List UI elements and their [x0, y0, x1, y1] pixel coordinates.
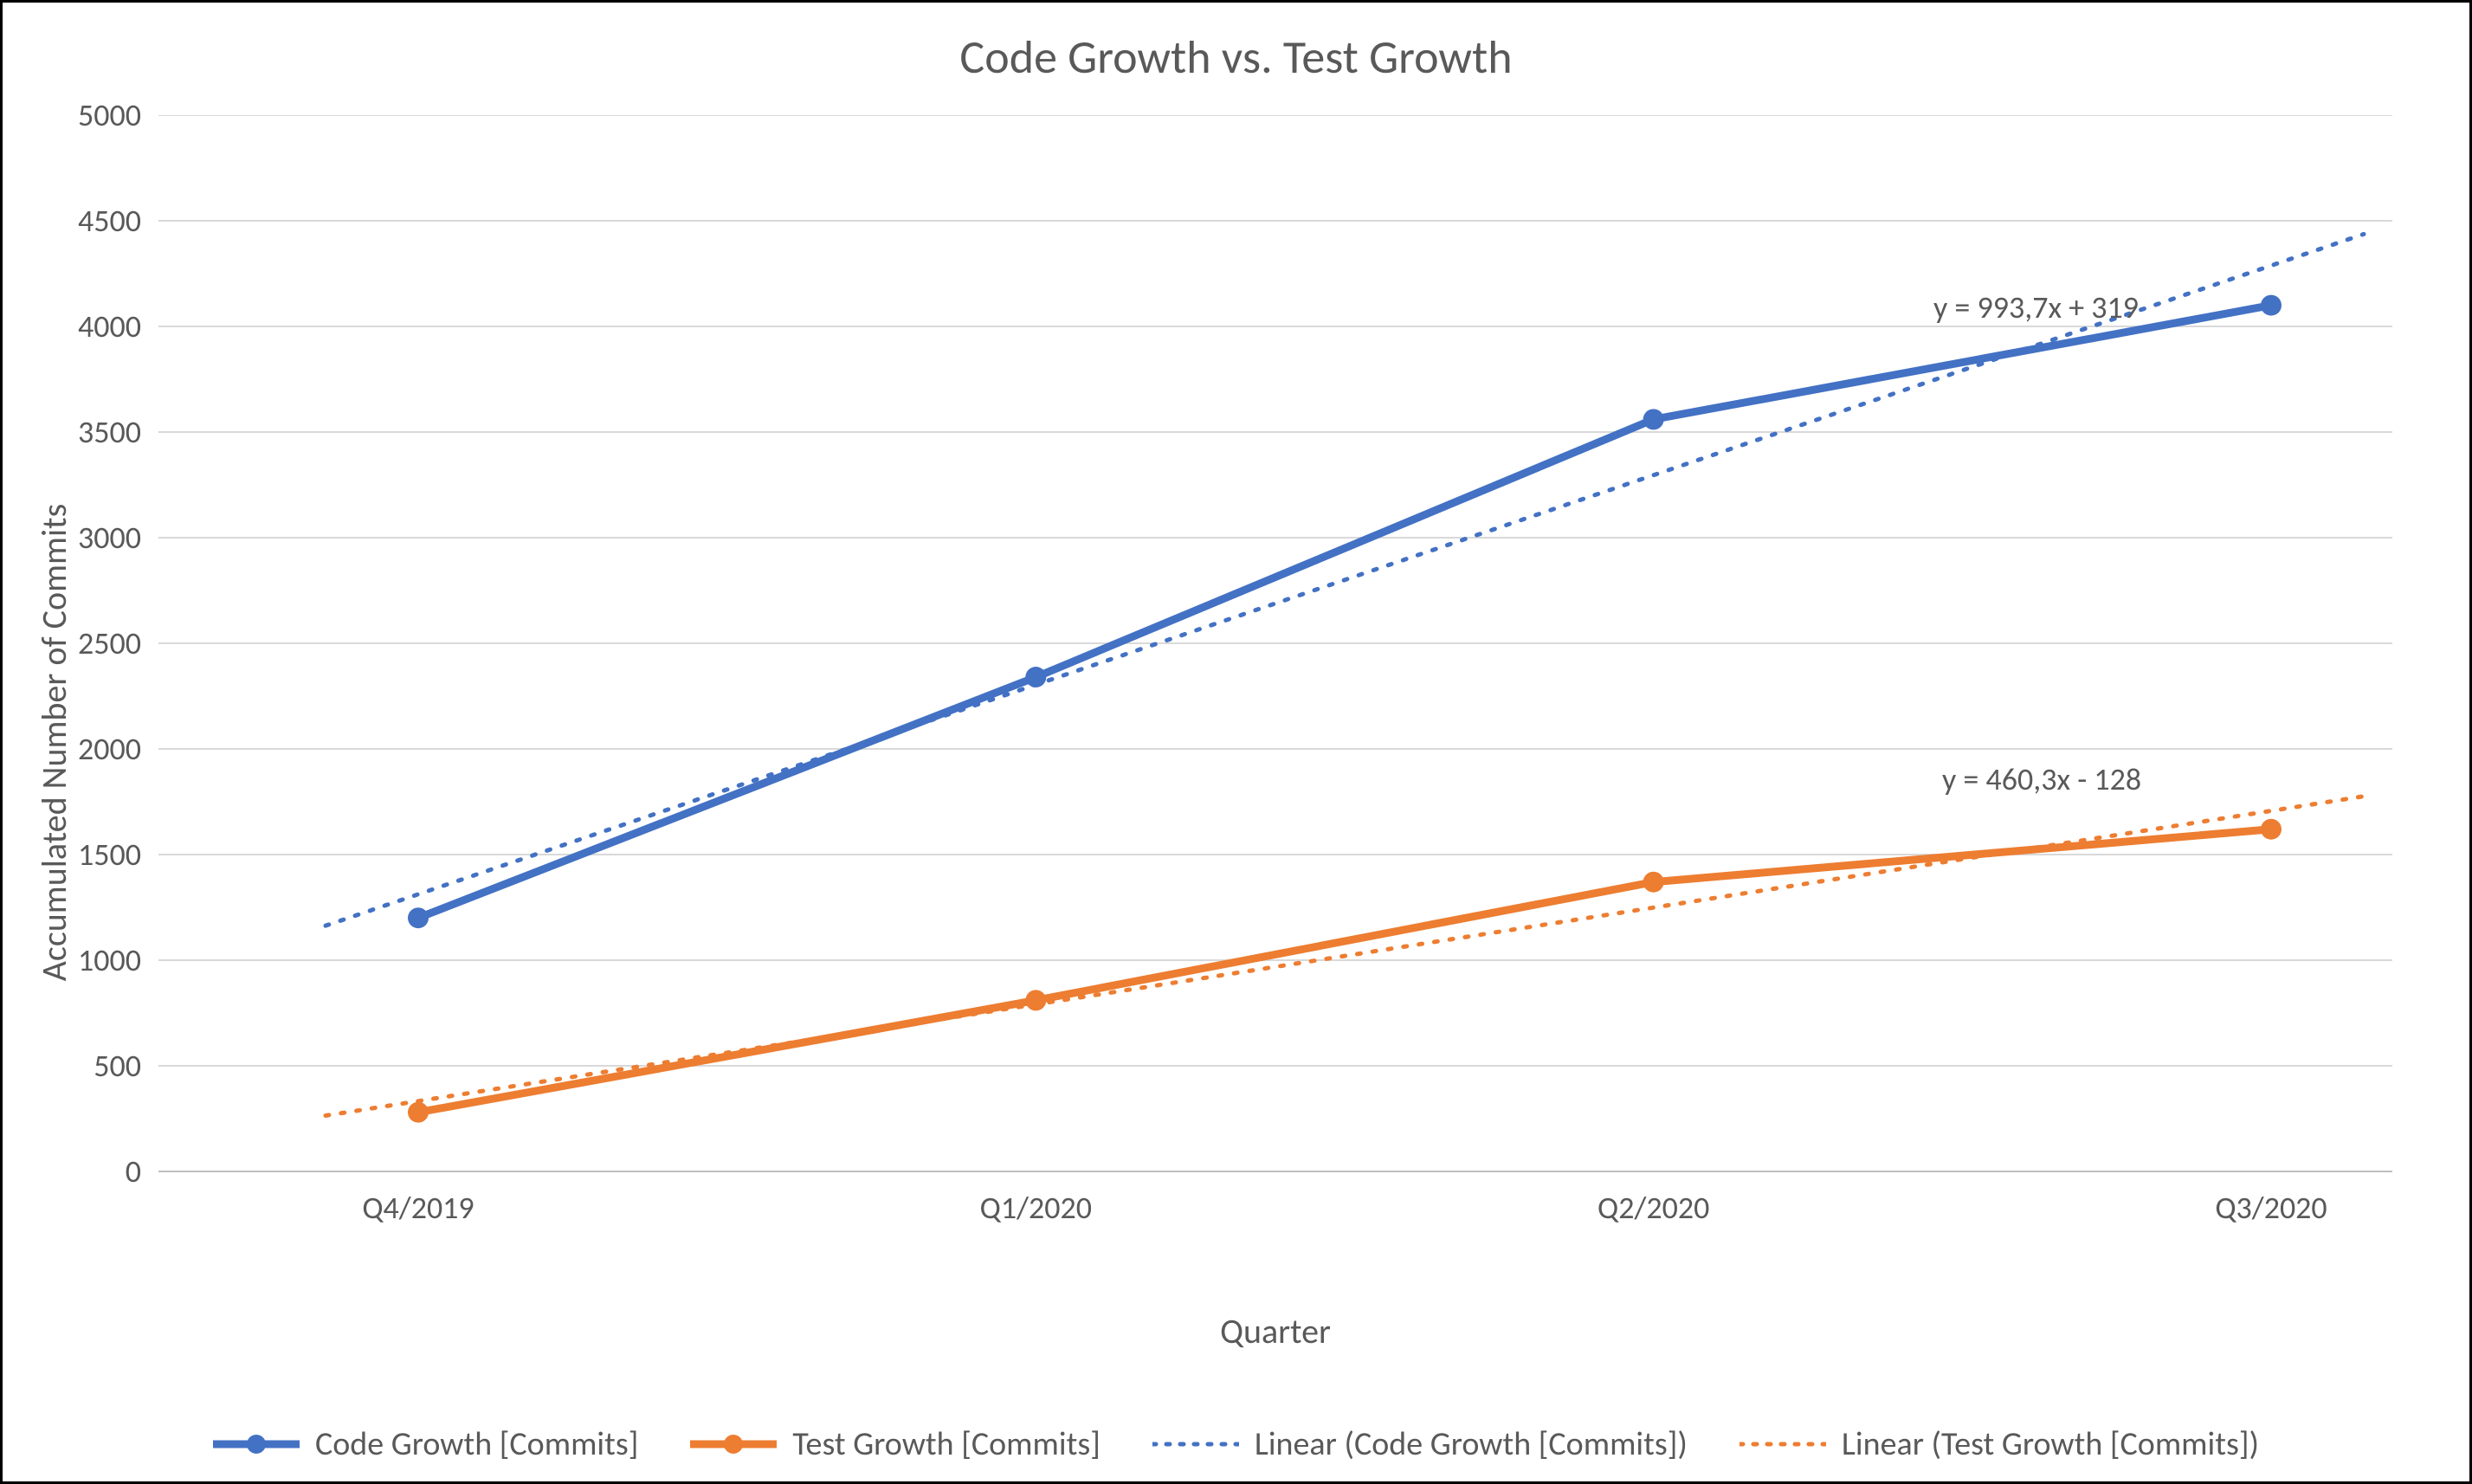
- data-point-marker: [408, 907, 429, 928]
- y-tick-label: 5000: [46, 96, 141, 134]
- data-point-marker: [2261, 295, 2282, 316]
- trendline-equation: y = 460,3x - 128: [1942, 760, 2141, 798]
- data-point-marker: [1643, 872, 1664, 893]
- x-tick-label: Q3/2020: [2215, 1189, 2327, 1227]
- legend-item: Linear (Test Growth [Commits]): [1739, 1424, 2259, 1464]
- x-tick-label: Q4/2019: [362, 1189, 474, 1227]
- y-tick-label: 4000: [46, 307, 141, 345]
- data-series-line: [418, 306, 2271, 919]
- trendline-equation: y = 993,7x + 319: [1933, 288, 2139, 326]
- legend-swatch: [213, 1431, 300, 1457]
- legend-item: Linear (Code Growth [Commits]): [1152, 1424, 1688, 1464]
- legend-label: Code Growth [Commits]: [315, 1424, 638, 1464]
- y-tick-label: 3500: [46, 413, 141, 451]
- data-point-marker: [2261, 819, 2282, 840]
- y-tick-label: 4500: [46, 202, 141, 240]
- plot-area: 0500100015002000250030003500400045005000…: [158, 115, 2392, 1241]
- legend-item: Test Growth [Commits]: [690, 1424, 1100, 1464]
- trend-line: [326, 234, 2364, 926]
- y-tick-label: 2000: [46, 730, 141, 768]
- data-point-marker: [408, 1102, 429, 1123]
- legend-label: Test Growth [Commits]: [792, 1424, 1100, 1464]
- y-tick-label: 0: [46, 1152, 141, 1190]
- y-tick-label: 3000: [46, 519, 141, 557]
- data-series-line: [418, 829, 2271, 1113]
- legend-swatch: [690, 1431, 777, 1457]
- y-tick-label: 1000: [46, 941, 141, 979]
- legend-label: Linear (Code Growth [Commits]): [1255, 1424, 1688, 1464]
- chart-svg: [158, 115, 2392, 1241]
- data-point-marker: [1025, 990, 1046, 1010]
- data-point-marker: [1643, 409, 1664, 429]
- legend-item: Code Growth [Commits]: [213, 1424, 638, 1464]
- x-tick-label: Q1/2020: [980, 1189, 1092, 1227]
- y-tick-label: 2500: [46, 624, 141, 662]
- x-tick-label: Q2/2020: [1597, 1189, 1709, 1227]
- x-axis-title: Quarter: [158, 1310, 2392, 1352]
- y-tick-label: 500: [46, 1047, 141, 1085]
- legend-swatch: [1152, 1431, 1239, 1457]
- legend: Code Growth [Commits] Test Growth [Commit…: [3, 1424, 2469, 1464]
- legend-swatch: [1739, 1431, 1826, 1457]
- y-tick-label: 1500: [46, 836, 141, 874]
- chart-frame: Code Growth vs. Test Growth Accumulated …: [0, 0, 2472, 1484]
- legend-label: Linear (Test Growth [Commits]): [1842, 1424, 2259, 1464]
- chart-title: Code Growth vs. Test Growth: [3, 29, 2469, 86]
